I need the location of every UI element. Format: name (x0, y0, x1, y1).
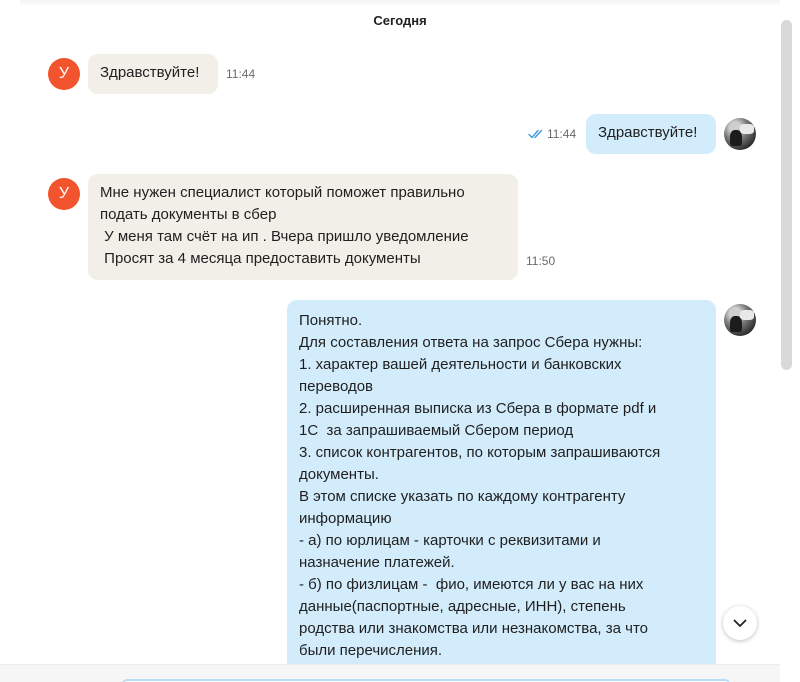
chat-area[interactable]: Сегодня У Здравствуйте! 11:44 11:44 Здра… (0, 0, 780, 664)
scroll-to-bottom-button[interactable] (723, 606, 757, 640)
scrollbar-thumb[interactable] (781, 20, 792, 370)
contact-avatar[interactable]: У (48, 58, 80, 90)
date-divider: Сегодня (373, 13, 427, 28)
message-time: 11:50 (526, 254, 556, 268)
avatar-photo-detail (740, 124, 754, 134)
header-shadow (20, 0, 780, 6)
message-bubble-incoming[interactable]: Мне нужен специалист который поможет пра… (88, 174, 518, 280)
user-avatar[interactable] (724, 304, 756, 336)
chevron-down-icon (733, 619, 747, 627)
message-bubble-outgoing[interactable]: Здравствуйте! (586, 114, 716, 154)
message-bubble-outgoing[interactable]: Понятно. Для составления ответа на запро… (287, 300, 716, 664)
user-avatar[interactable] (724, 118, 756, 150)
message-time: 11:44 (547, 127, 577, 141)
contact-avatar[interactable]: У (48, 178, 80, 210)
message-bubble-incoming[interactable]: Здравствуйте! (88, 54, 218, 94)
read-ticks-icon (528, 129, 543, 139)
message-time: 11:44 (226, 67, 256, 81)
avatar-photo-detail (740, 310, 754, 320)
